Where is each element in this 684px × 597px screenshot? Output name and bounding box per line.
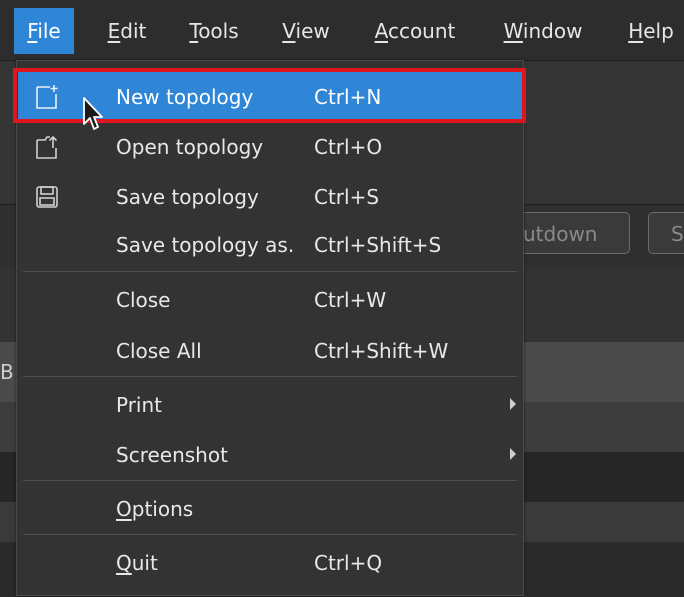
close-all-shortcut: Ctrl+Shift+W [314, 339, 449, 363]
open-topology-label: Open topology [116, 135, 264, 159]
menu-separator [23, 376, 517, 377]
menu-tools[interactable]: Tools [178, 8, 250, 54]
submenu-arrow-icon [510, 398, 516, 410]
menu-item-close-all[interactable]: Close All Ctrl+Shift+W [18, 326, 522, 376]
save-topology-shortcut: Ctrl+S [314, 185, 380, 209]
open-topology-shortcut: Ctrl+O [314, 135, 383, 159]
menu-file-label: ile [37, 19, 61, 43]
menu-help[interactable]: Help [618, 8, 684, 54]
menu-account-label: ccount [387, 19, 456, 43]
background-edge-text: B [0, 360, 14, 384]
file-menu-dropdown: New topology Ctrl+N Open topology Ctrl+O… [16, 60, 524, 596]
menu-view-label: iew [295, 19, 330, 43]
app-window: utdown S B File Edit Tools View Account … [0, 0, 684, 597]
background-button[interactable]: S [648, 212, 684, 254]
open-file-icon [36, 135, 58, 159]
menu-view[interactable]: View [272, 8, 340, 54]
menu-help-label: elp [643, 19, 674, 43]
save-topology-label: Save topology [116, 185, 259, 209]
close-shortcut: Ctrl+W [314, 288, 387, 312]
menu-file[interactable]: File [14, 8, 74, 54]
menu-edit-mnemonic: E [107, 19, 121, 43]
menu-tools-mnemonic: T [189, 19, 199, 43]
options-label-rest: ptions [131, 497, 194, 521]
menu-window[interactable]: Window [490, 8, 596, 54]
menu-item-save-topology[interactable]: Save topology Ctrl+S [18, 172, 522, 222]
mouse-cursor-icon [83, 97, 103, 130]
menu-window-mnemonic: W [503, 19, 523, 43]
save-icon [36, 186, 58, 208]
close-label: Close [116, 288, 171, 312]
menu-item-options[interactable]: Options [18, 484, 522, 534]
close-all-label: Close All [116, 339, 202, 363]
options-mnemonic: O [116, 497, 132, 521]
menu-item-print[interactable]: Print [18, 380, 522, 430]
menu-edit-label: dit [120, 19, 147, 43]
menu-item-quit[interactable]: Quit Ctrl+Q [18, 538, 522, 588]
screenshot-label: Screenshot [116, 443, 228, 467]
quit-shortcut: Ctrl+Q [314, 551, 383, 575]
menu-view-mnemonic: V [282, 19, 296, 43]
menu-item-close[interactable]: Close Ctrl+W [18, 275, 522, 325]
menu-account[interactable]: Account [362, 8, 468, 54]
menu-bar: File Edit Tools View Account Window Help [0, 0, 684, 61]
menu-help-mnemonic: H [628, 19, 644, 43]
options-label: Options [116, 484, 193, 534]
save-topology-as-label: Save topology as. [116, 233, 295, 257]
shutdown-button-label: utdown [523, 222, 598, 246]
menu-item-save-topology-as[interactable]: Save topology as. Ctrl+Shift+S [18, 220, 522, 270]
menu-separator [23, 534, 517, 535]
print-label: Print [116, 393, 163, 417]
menu-account-mnemonic: A [374, 19, 388, 43]
menu-tools-label: ools [198, 19, 239, 43]
menu-window-label: indow [522, 19, 583, 43]
background-button-label: S [671, 222, 684, 246]
quit-label-rest: uit [131, 551, 158, 575]
quit-label: Quit [116, 538, 158, 588]
quit-mnemonic: Q [116, 551, 132, 575]
menu-edit[interactable]: Edit [96, 8, 158, 54]
submenu-arrow-icon [510, 448, 516, 460]
menu-separator [23, 271, 517, 272]
save-topology-as-shortcut: Ctrl+Shift+S [314, 233, 442, 257]
menu-item-screenshot[interactable]: Screenshot [18, 430, 522, 480]
menu-separator [23, 480, 517, 481]
menu-file-mnemonic: F [27, 19, 38, 43]
